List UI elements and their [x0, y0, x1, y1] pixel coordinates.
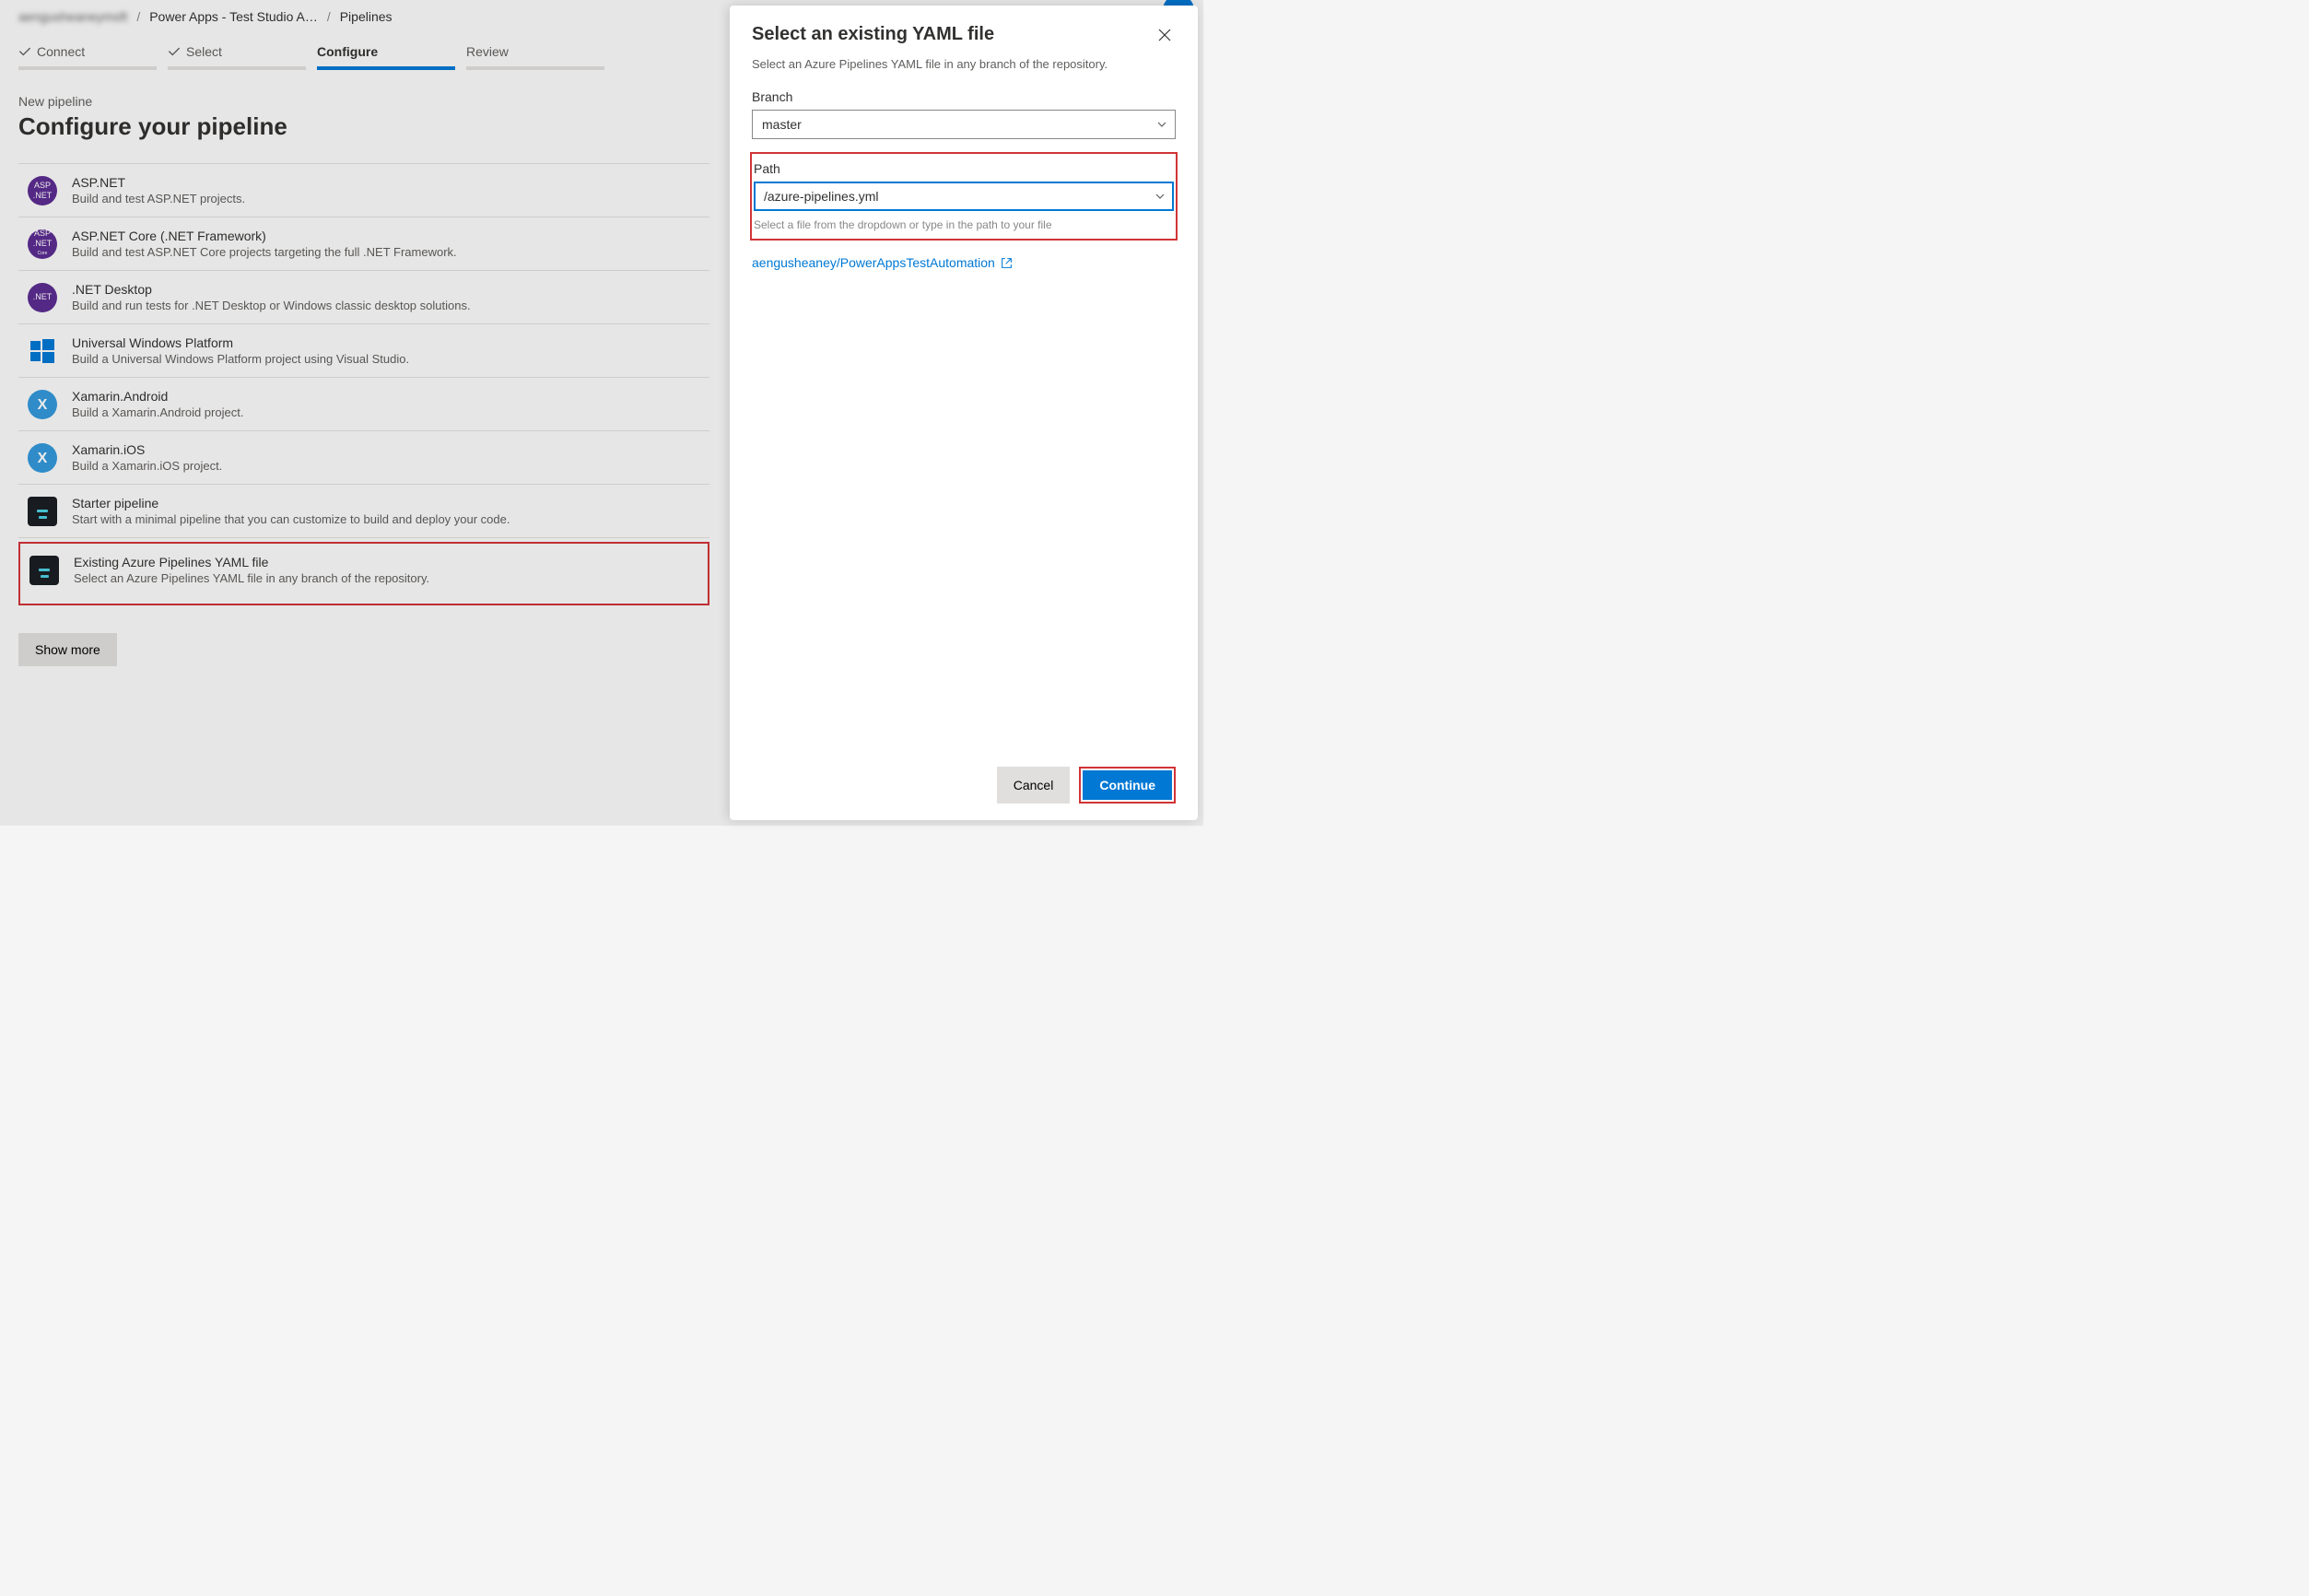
select-yaml-panel: Select an existing YAML file Select an A…: [730, 6, 1198, 820]
external-link-icon: [1001, 257, 1013, 269]
repo-link[interactable]: aengusheaney/PowerAppsTestAutomation: [730, 241, 1198, 285]
path-label: Path: [754, 161, 1174, 176]
path-field: Path /azure-pipelines.yml Select a file …: [754, 161, 1174, 231]
cancel-button[interactable]: Cancel: [997, 767, 1071, 804]
branch-value: master: [762, 117, 802, 132]
path-select[interactable]: /azure-pipelines.yml: [754, 182, 1174, 211]
highlight-path: Path /azure-pipelines.yml Select a file …: [750, 152, 1178, 241]
panel-subtitle: Select an Azure Pipelines YAML file in a…: [730, 56, 1198, 73]
branch-field: Branch master: [730, 89, 1198, 139]
chevron-down-icon: [1156, 119, 1167, 130]
path-value: /azure-pipelines.yml: [764, 189, 879, 204]
panel-footer: Cancel Continue: [730, 754, 1198, 820]
branch-label: Branch: [752, 89, 1176, 104]
repo-link-text: aengusheaney/PowerAppsTestAutomation: [752, 255, 995, 270]
branch-select[interactable]: master: [752, 110, 1176, 139]
path-helper-text: Select a file from the dropdown or type …: [754, 218, 1174, 231]
continue-button[interactable]: Continue: [1083, 770, 1172, 800]
chevron-down-icon: [1154, 191, 1166, 202]
highlight-continue: Continue: [1079, 767, 1176, 804]
close-icon: [1157, 28, 1172, 42]
close-button[interactable]: [1154, 24, 1176, 49]
panel-title: Select an existing YAML file: [752, 24, 994, 45]
